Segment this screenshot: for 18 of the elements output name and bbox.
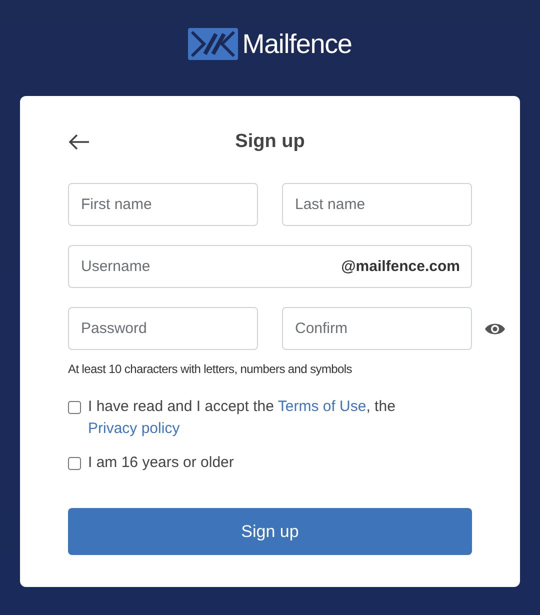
checkbox[interactable] [68,457,81,470]
name-field[interactable]: Last name [282,183,472,226]
back-arrow-icon[interactable] [68,134,90,150]
password-field[interactable]: Confirm [282,307,472,350]
eye-icon[interactable] [484,322,506,336]
domain-suffix: @mailfence.com [341,257,460,277]
password-hint: At least 10 characters with letters, numbers and symbols [68,361,353,378]
link[interactable]: Privacy policy [88,420,180,437]
logo-text: Mailfence [242,28,352,61]
name-field[interactable]: First name [68,183,258,226]
page-title: Sign up [235,130,305,154]
checkbox-label: I have read and I accept the Terms of Use, the Privacy policy [88,397,396,439]
password-field[interactable]: Password [68,307,258,350]
link[interactable]: Terms of Use [278,398,366,415]
checkbox-label: I am 16 years or older [88,453,234,473]
logo-icon [188,28,238,60]
signup-button[interactable]: Sign up [68,508,472,555]
checkbox[interactable] [68,401,81,414]
